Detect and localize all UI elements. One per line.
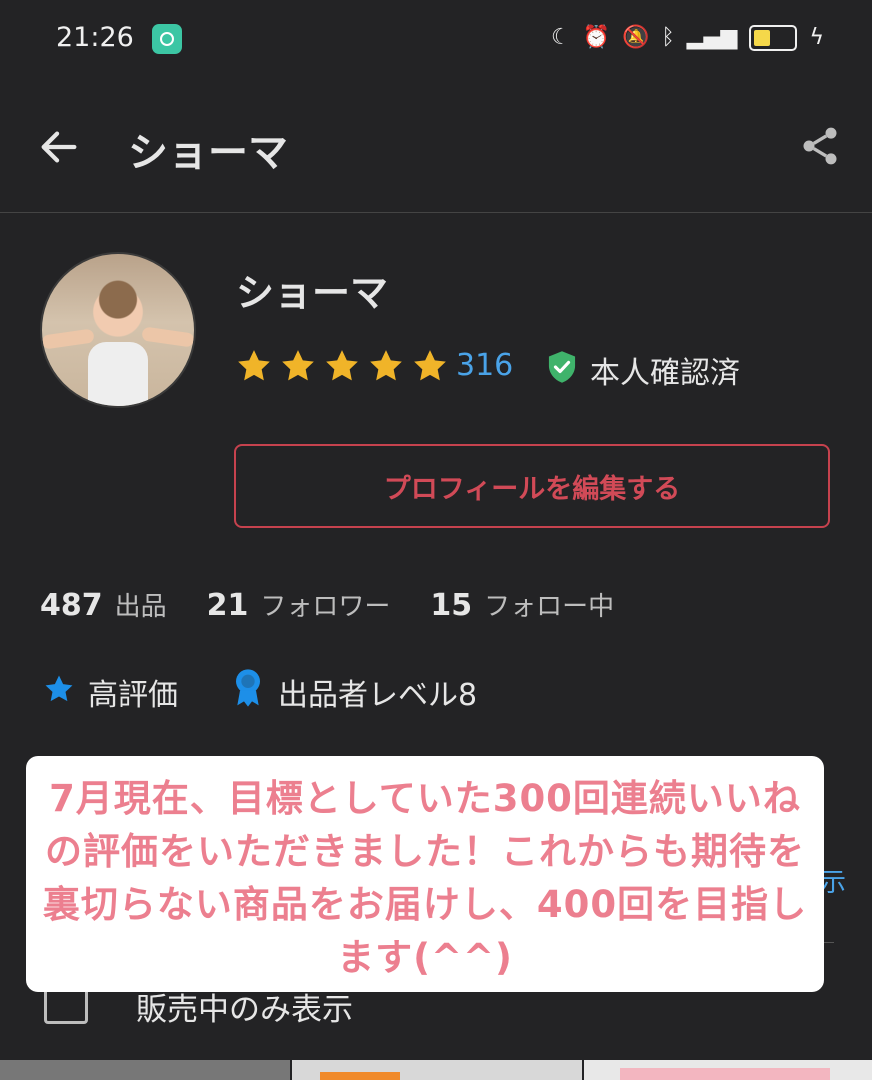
caption-text: 7月現在、目標としていた300回連続いいねの評価をいただきました！これからも期待… — [42, 777, 808, 979]
review-count-link[interactable]: 316 — [456, 348, 513, 383]
high-rating-badge-label: 高評価 — [88, 678, 178, 713]
vibrate-off-icon: 🔕 — [622, 25, 650, 50]
verified-label: 本人確認済 — [590, 356, 740, 391]
profile-name: ショーマ — [236, 271, 389, 315]
followers-count[interactable]: 21 — [207, 588, 249, 623]
rating-stars[interactable] — [234, 346, 450, 386]
share-icon[interactable] — [798, 124, 842, 168]
charging-icon: ϟ — [809, 25, 824, 50]
profile-stats: 487 出品 21 フォロワー 15 フォロー中 — [40, 586, 654, 623]
star-icon — [282, 350, 314, 381]
signal-4g-icon: ▂▄▆ — [686, 25, 738, 50]
app-notification-icon — [152, 24, 182, 54]
listings-label[interactable]: 出品 — [115, 586, 167, 623]
seller-level-medal-icon — [236, 669, 260, 707]
listings-count[interactable]: 487 — [40, 588, 103, 623]
item-thumbnail[interactable] — [0, 1060, 290, 1080]
battery-icon — [749, 25, 798, 51]
star-icon — [370, 350, 402, 381]
star-icon — [238, 350, 270, 381]
star-icon — [326, 350, 358, 381]
verified-shield-icon — [548, 351, 576, 383]
header-divider — [0, 212, 872, 213]
status-time: 21:26 — [56, 22, 134, 53]
alarm-icon: ⏰ — [582, 25, 611, 50]
page-title: ショーマ — [128, 130, 288, 176]
seller-level-badge-label: 出品者レベル8 — [278, 678, 478, 713]
moon-icon: ☾ — [550, 25, 571, 50]
item-thumbnail[interactable] — [584, 1060, 872, 1080]
avatar[interactable] — [40, 252, 196, 408]
item-thumbnail[interactable] — [292, 1060, 582, 1080]
bluetooth-icon: ᛒ — [661, 25, 675, 50]
followers-label[interactable]: フォロワー — [260, 586, 390, 623]
edit-profile-button[interactable]: プロフィールを編集する — [234, 444, 830, 528]
back-arrow-icon[interactable] — [36, 124, 82, 170]
status-icons: ☾ ⏰ 🔕 ᛒ ▂▄▆ ϟ — [551, 22, 824, 54]
caption-overlay: 7月現在、目標としていた300回連続いいねの評価をいただきました！これからも期待… — [26, 756, 824, 992]
following-label[interactable]: フォロー中 — [484, 586, 614, 623]
high-rating-star-icon — [45, 675, 73, 702]
star-icon — [414, 350, 446, 381]
following-count[interactable]: 15 — [430, 588, 472, 623]
